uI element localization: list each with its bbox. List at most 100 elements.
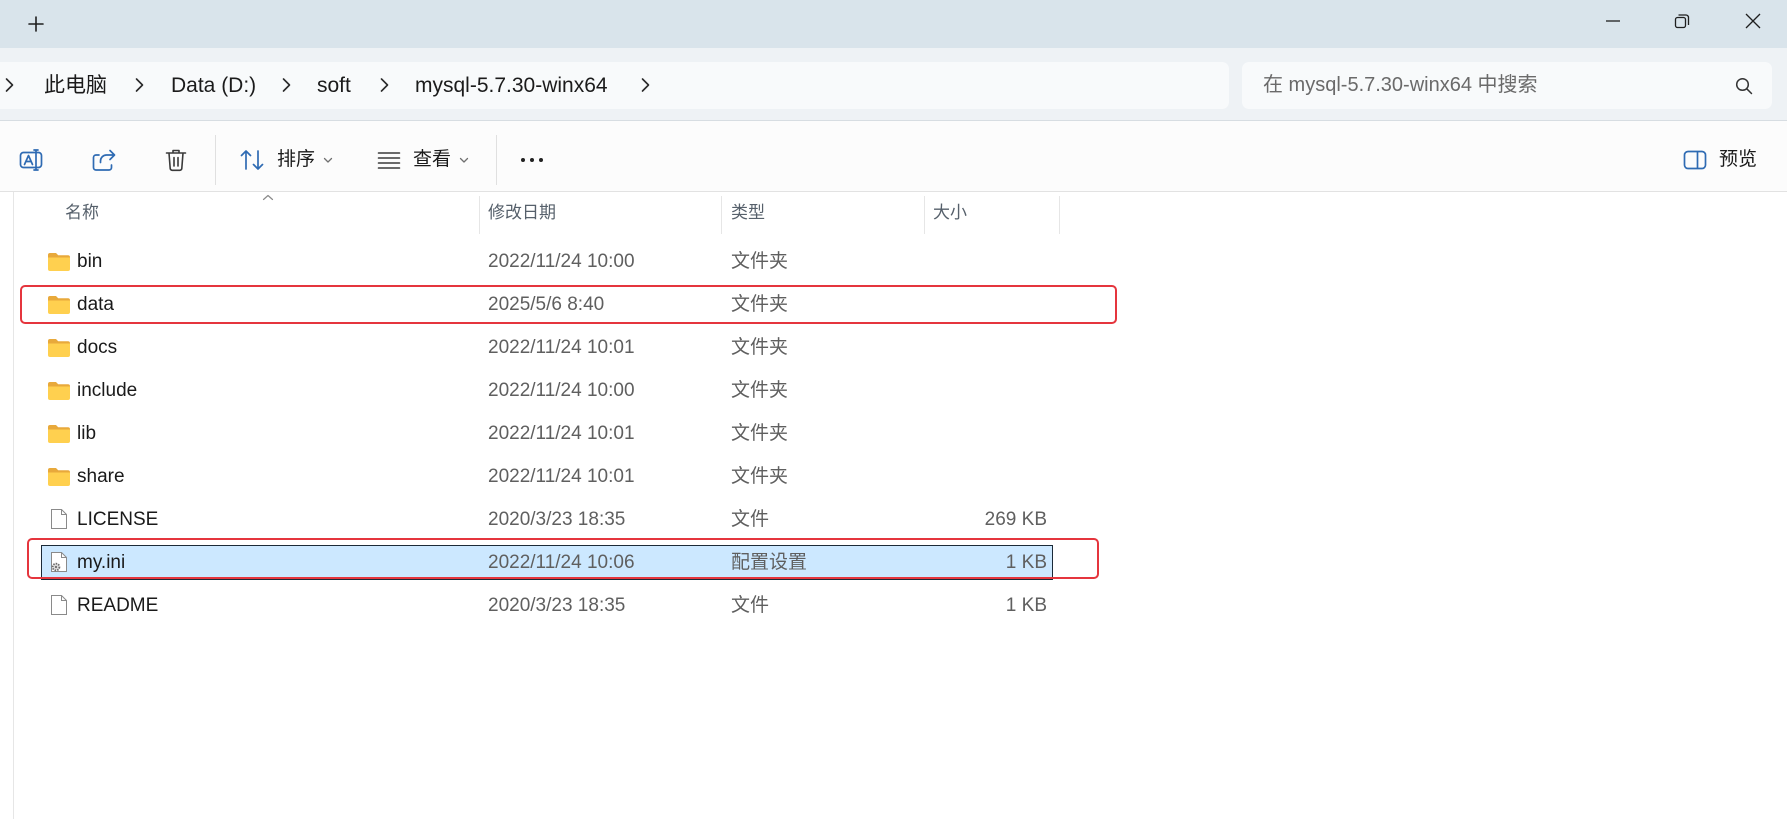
search-icon[interactable] [1735,77,1753,95]
share-icon [92,149,116,171]
file-modified: 2022/11/24 10:01 [488,337,635,358]
delete-button[interactable] [156,140,196,180]
plus-icon [28,16,44,32]
breadcrumb-soft[interactable]: soft [317,73,351,98]
minimize-icon [1606,20,1620,22]
folder-icon [47,295,71,314]
file-name: LICENSE [77,509,159,530]
address-bar[interactable]: 此电脑 Data (D:) soft mysql-5.7.30-winx64 [0,62,1229,109]
file-type: 文件夹 [731,380,789,401]
file-modified: 2022/11/24 10:01 [488,466,635,487]
share-button[interactable] [84,140,124,180]
new-tab-button[interactable] [18,4,54,44]
file-size: 1 KB [1005,552,1047,573]
file-modified: 2025/5/6 8:40 [488,294,605,315]
column-header-size[interactable]: 大小 [925,196,1059,230]
file-row-lib[interactable]: lib 2022/11/24 10:01 文件夹 [0,412,1100,455]
chevron-right-icon[interactable] [379,77,389,93]
breadcrumb-drive[interactable]: Data (D:) [171,73,256,98]
file-modified: 2022/11/24 10:00 [488,251,635,272]
column-header-modified[interactable]: 修改日期 [480,196,721,230]
toolbar-separator [215,135,216,185]
file-type: 配置设置 [731,552,808,573]
file-type: 文件夹 [731,337,789,358]
column-resize-handle[interactable] [1059,196,1060,234]
file-row-license[interactable]: LICENSE 2020/3/23 18:35 文件 269 KB [0,498,1100,541]
close-button[interactable] [1730,0,1776,42]
file-type: 文件 [731,595,770,616]
file-name: docs [77,337,118,358]
chevron-right-icon[interactable] [281,77,291,93]
chevron-right-icon[interactable] [640,77,650,93]
title-bar [0,0,1787,48]
folder-icon [47,381,71,400]
file-size [933,455,1047,498]
chevron-right-icon[interactable] [4,77,14,93]
more-icon [521,158,543,162]
file-row-include[interactable]: include 2022/11/24 10:00 文件夹 [0,369,1100,412]
breadcrumb-current-folder[interactable]: mysql-5.7.30-winx64 [415,73,608,98]
file-size: 269 KB [984,509,1047,530]
file-modified: 2022/11/24 10:00 [488,380,635,401]
file-row-bin[interactable]: bin 2022/11/24 10:00 文件夹 [0,240,1100,283]
file-modified: 2020/3/23 18:35 [488,509,626,530]
file-type: 文件夹 [731,423,789,444]
delete-icon [165,149,187,172]
search-box [1242,62,1772,109]
file-size [933,326,1047,369]
file-size [933,240,1047,283]
search-input[interactable] [1263,62,1713,109]
file-name: lib [77,423,97,444]
more-options-button[interactable] [512,140,552,180]
config-file-icon [50,551,68,573]
file-name: share [77,466,125,487]
command-bar: 排序 查看 预览 [0,121,1787,192]
restore-button[interactable] [1659,0,1705,42]
file-type: 文件夹 [731,251,789,272]
folder-icon [47,338,71,357]
file-row-share[interactable]: share 2022/11/24 10:01 文件夹 [0,455,1100,498]
rename-button[interactable] [12,140,52,180]
minimize-button[interactable] [1590,0,1636,42]
view-button[interactable]: 查看 [372,140,476,180]
sort-label: 排序 [277,149,316,170]
file-size [933,369,1047,412]
preview-pane-icon [1683,150,1707,170]
view-icon [377,152,401,169]
view-label: 查看 [413,149,452,170]
file-row-data[interactable]: data 2025/5/6 8:40 文件夹 [0,283,1100,326]
file-size [933,283,1047,326]
chevron-right-icon[interactable] [134,77,144,93]
file-name: include [77,380,138,401]
file-type: 文件 [731,509,770,530]
column-header-type-label: 类型 [731,203,765,222]
close-icon [1745,13,1761,29]
file-name: data [77,294,114,315]
chevron-down-icon [323,157,333,164]
file-row-docs[interactable]: docs 2022/11/24 10:01 文件夹 [0,326,1100,369]
sort-icon [240,150,264,170]
column-header-type[interactable]: 类型 [722,196,924,230]
sort-button[interactable]: 排序 [236,140,342,180]
file-name: README [77,595,159,616]
file-size [933,412,1047,455]
breadcrumb-this-pc[interactable]: 此电脑 [44,73,107,98]
file-list: 名称 修改日期 类型 大小 bin 2022/11/24 10:00 文件夹 d… [0,192,1787,819]
file-row-readme[interactable]: README 2020/3/23 18:35 文件 1 KB [0,584,1100,627]
file-icon [50,508,68,530]
folder-icon [47,424,71,443]
restore-icon [1674,14,1690,29]
file-icon [50,594,68,616]
file-name: bin [77,251,103,272]
preview-label: 预览 [1719,149,1758,170]
chevron-down-icon [459,157,469,164]
preview-pane-button[interactable]: 预览 [1676,140,1766,180]
column-header-name[interactable]: 名称 [14,196,479,230]
rename-icon [19,149,43,171]
column-header-modified-label: 修改日期 [488,203,556,222]
toolbar-separator [496,135,497,185]
file-modified: 2022/11/24 10:01 [488,423,635,444]
file-row-my-ini[interactable]: my.ini 2022/11/24 10:06 配置设置 1 KB [0,541,1100,584]
file-type: 文件夹 [731,294,789,315]
folder-icon [47,252,71,271]
